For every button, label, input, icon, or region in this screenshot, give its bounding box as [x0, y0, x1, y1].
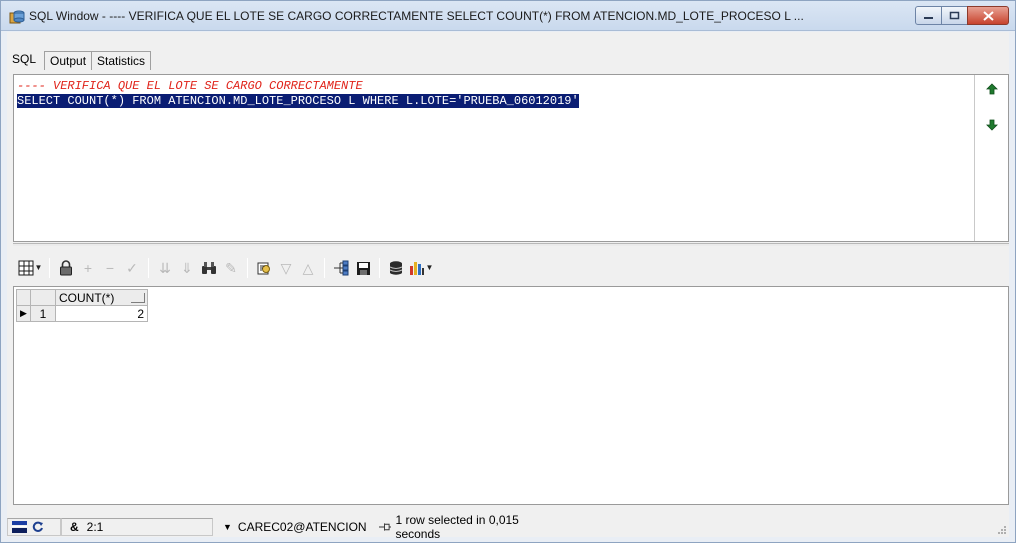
grid-header-row: COUNT(*): [16, 289, 148, 306]
resize-grip-icon[interactable]: [997, 525, 1007, 535]
lock-button[interactable]: [56, 258, 76, 278]
export-button[interactable]: [331, 258, 351, 278]
double-chevron-down-icon: ⇊: [159, 260, 171, 276]
floppy-disk-icon: [356, 261, 370, 275]
chart-button[interactable]: ▼: [408, 258, 434, 278]
tab-label: Statistics: [97, 54, 146, 68]
double-chevron-down-end-icon: ⇓: [181, 260, 193, 276]
status-bar: & 2:1 ▼ CAREC02@ATENCION 1 row selected …: [7, 513, 1009, 541]
next-page-button[interactable]: ⇊: [155, 258, 175, 278]
results-toolbar: ▼ + − ✓ ⇊ ⇓ ✎ ▽ △ ▼: [13, 254, 1009, 282]
lock-icon: [60, 260, 72, 276]
maximize-button[interactable]: [941, 6, 968, 25]
insert-record-button[interactable]: +: [78, 258, 98, 278]
window-title: SQL Window - ---- VERIFICA QUE EL LOTE S…: [29, 9, 804, 23]
toolbar-separator: [247, 258, 248, 278]
toolbar-separator: [379, 258, 380, 278]
title-bar[interactable]: SQL Window - ---- VERIFICA QUE EL LOTE S…: [1, 1, 1015, 31]
tab-statistics[interactable]: Statistics: [91, 51, 152, 70]
status-message: 1 row selected in 0,015 seconds: [395, 513, 519, 541]
sql-comment: ---- VERIFICA QUE EL LOTE SE CARGO CORRE…: [17, 79, 363, 93]
grid-corner[interactable]: [16, 289, 31, 306]
plus-icon: +: [83, 260, 93, 276]
editor-side-bar: [974, 75, 1008, 241]
toolbar-separator: [49, 258, 50, 278]
minimize-icon: [924, 17, 933, 19]
connection-dropdown-icon[interactable]: ▼: [223, 522, 232, 532]
clear-filter-button[interactable]: ✎: [221, 258, 241, 278]
refresh-icon[interactable]: [32, 521, 44, 533]
client-area: SQL Output Statistics ---- VERIFICA QUE …: [7, 32, 1009, 541]
close-button[interactable]: [967, 6, 1009, 25]
sql-window: SQL Window - ---- VERIFICA QUE EL LOTE S…: [0, 0, 1016, 543]
tab-label: Output: [50, 54, 87, 68]
tab-output[interactable]: Output: [44, 51, 93, 70]
chevron-down-icon: ▼: [34, 263, 43, 272]
close-icon: [982, 10, 994, 21]
results-grid-panel: COUNT(*) ▶ 1 2: [13, 286, 1009, 505]
database-icon: [389, 261, 403, 275]
toolbar-separator: [324, 258, 325, 278]
results-grid: COUNT(*) ▶ 1 2: [16, 289, 148, 322]
eraser-icon: ✎: [225, 260, 237, 276]
triangle-up-icon: △: [302, 260, 314, 276]
column-sort-button[interactable]: [131, 293, 145, 303]
checkmark-icon: ✓: [126, 260, 138, 276]
connection-name[interactable]: CAREC02@ATENCION: [238, 520, 367, 534]
minimize-button[interactable]: [915, 6, 942, 25]
sql-editor-panel: ---- VERIFICA QUE EL LOTE SE CARGO CORRE…: [13, 74, 1009, 242]
cursor-position-panel: & 2:1: [61, 518, 213, 536]
grid-icon: [18, 260, 34, 276]
cursor-position: 2:1: [86, 520, 104, 534]
sort-ascending-button[interactable]: △: [298, 258, 318, 278]
pin-icon: [378, 523, 392, 531]
post-changes-button[interactable]: ✓: [122, 258, 142, 278]
save-button[interactable]: [353, 258, 373, 278]
last-page-button[interactable]: ⇓: [177, 258, 197, 278]
grid-cell[interactable]: 2: [55, 305, 148, 322]
tab-sql[interactable]: SQL: [7, 49, 41, 71]
chevron-down-icon: ▼: [425, 263, 434, 272]
status-icons: [7, 518, 61, 536]
keyboard-mode-indicator: &: [70, 520, 79, 534]
bar-chart-icon: [409, 262, 424, 275]
query-by-example-button[interactable]: [254, 258, 274, 278]
column-header-label: COUNT(*): [59, 290, 115, 305]
database-button[interactable]: [386, 258, 406, 278]
minus-icon: −: [105, 260, 115, 276]
editor-line: SELECT COUNT(*) FROM ATENCION.MD_LOTE_PR…: [15, 94, 973, 109]
pane-splitter[interactable]: [13, 243, 1009, 246]
row-number-header: [30, 289, 56, 306]
sort-descending-button[interactable]: ▽: [276, 258, 296, 278]
selected-sql-statement[interactable]: SELECT COUNT(*) FROM ATENCION.MD_LOTE_PR…: [17, 94, 579, 108]
toolbar-separator: [148, 258, 149, 278]
sql-window-icon: [9, 10, 25, 24]
sql-editor[interactable]: ---- VERIFICA QUE EL LOTE SE CARGO CORRE…: [15, 76, 973, 240]
find-button[interactable]: [199, 258, 219, 278]
row-number: 1: [30, 305, 56, 322]
session-status-icon[interactable]: [12, 520, 27, 534]
binoculars-icon: [202, 262, 216, 274]
editor-line: ---- VERIFICA QUE EL LOTE SE CARGO CORRE…: [15, 79, 973, 94]
table-row[interactable]: ▶ 1 2: [16, 305, 148, 322]
connection-panel: ▼ CAREC02@ATENCION 1 row selected in 0,0…: [213, 513, 553, 541]
arrow-up-icon[interactable]: [986, 83, 998, 95]
tree-export-icon: [334, 260, 349, 276]
arrow-down-icon[interactable]: [986, 119, 998, 131]
triangle-down-icon: ▽: [280, 260, 292, 276]
tab-label: SQL: [12, 52, 37, 66]
tab-strip: SQL Output Statistics: [7, 49, 152, 71]
query-by-example-icon: [257, 262, 270, 275]
column-header[interactable]: COUNT(*): [55, 289, 148, 306]
grid-layout-button[interactable]: ▼: [17, 258, 43, 278]
delete-record-button[interactable]: −: [100, 258, 120, 278]
maximize-icon: [949, 11, 960, 20]
current-row-indicator-icon: ▶: [16, 305, 31, 322]
